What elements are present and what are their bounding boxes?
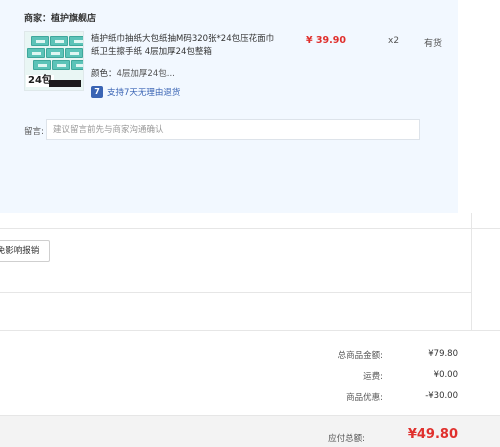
summary-shipping: 运费: ¥0.00 [293, 370, 458, 382]
shipping-value: ¥0.00 [433, 370, 458, 380]
discount-value: -¥30.00 [425, 391, 458, 401]
shop-name-label: 商家： [24, 14, 52, 24]
product-title[interactable]: 植护纸巾抽纸大包纸抽M码320张*24包压花面巾纸卫生擦手纸 4层加厚24包整箱 [91, 33, 276, 59]
section-border [471, 213, 472, 330]
total-bar: 应付总额: ¥49.80 [0, 415, 500, 447]
summary-discount: 商品优惠: -¥30.00 [293, 391, 458, 403]
total-label: 应付总额: [328, 434, 365, 444]
order-shop-panel: 商家：植护旗舰店 24包 植护纸巾抽纸大包纸抽M码320张*24包压花面巾纸卫生… [0, 0, 458, 213]
tissue-pack-icon [69, 36, 83, 46]
product-quantity: x2 [388, 36, 400, 46]
shop-name-value[interactable]: 植护旗舰店 [51, 14, 96, 24]
tissue-pack-icon [65, 48, 83, 58]
product-spec-label: 颜色： [91, 69, 117, 79]
discount-label: 商品优惠: [346, 393, 383, 403]
shop-name[interactable]: 商家：植护旗舰店 [24, 11, 96, 24]
tissue-pack-icon [71, 60, 83, 70]
remark-input[interactable] [46, 119, 420, 140]
goods-total-label: 总商品金额: [337, 351, 383, 361]
total-value: ¥49.80 [407, 427, 458, 442]
product-image[interactable]: 24包 [24, 31, 84, 91]
tissue-pack-icon [52, 60, 70, 70]
product-spec: 颜色：4层加厚24包... [91, 67, 175, 79]
tissue-pack-icon [46, 48, 64, 58]
section-divider [0, 228, 500, 229]
stock-status: 有货 [424, 39, 443, 49]
goods-total-value: ¥79.80 [428, 349, 458, 359]
shipping-label: 运费: [363, 372, 383, 382]
return-policy[interactable]: 7 支持7天无理由退货 [91, 86, 180, 98]
return-policy-text[interactable]: 支持7天无理由退货 [107, 86, 180, 98]
product-image-strip [49, 80, 81, 87]
product-spec-value: 4层加厚24包... [116, 69, 175, 79]
remark-label: 留言: [24, 127, 44, 137]
product-price: ¥ 39.90 [306, 35, 346, 46]
tissue-pack-icon [31, 36, 49, 46]
section-divider [0, 292, 472, 293]
summary-goods-total: 总商品金额: ¥79.80 [293, 349, 458, 361]
tissue-pack-icon [33, 60, 51, 70]
tissue-pack-icon [50, 36, 68, 46]
section-divider [0, 330, 500, 331]
tissue-pack-icon [27, 48, 45, 58]
return-policy-icon: 7 [91, 86, 103, 98]
insurance-button[interactable]: 免影响报销 [0, 240, 50, 262]
